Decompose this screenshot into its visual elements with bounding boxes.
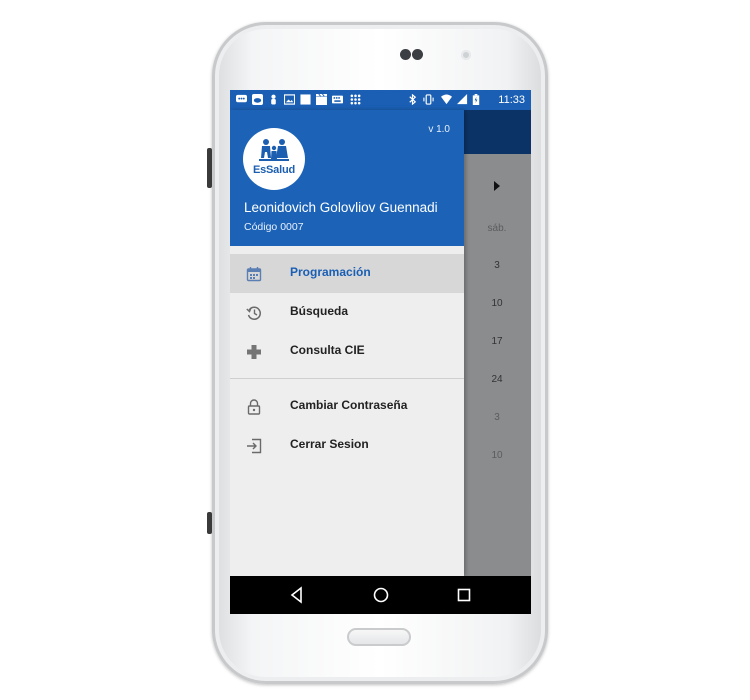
physical-home-button[interactable]	[347, 628, 411, 646]
user-name: Leonidovich Golovliov Guennadi	[244, 200, 438, 215]
keyboard-icon	[332, 95, 343, 104]
menu-item-programacion[interactable]: Programación	[230, 254, 464, 293]
home-icon[interactable]	[371, 585, 391, 605]
square-icon	[300, 94, 311, 105]
status-time: 11:33	[498, 94, 525, 106]
grid-icon	[350, 94, 361, 105]
plus-icon	[247, 345, 261, 359]
screen: 11:33 sáb. 3 10 17 24 3 10 EsSalud v 1.0…	[230, 90, 531, 614]
clapperboard-icon	[316, 94, 327, 105]
back-icon[interactable]	[287, 585, 307, 605]
user-code: Código 0007	[244, 221, 304, 233]
person-icon	[271, 94, 276, 105]
history-icon	[246, 306, 261, 320]
bluetooth-icon	[409, 94, 417, 105]
recents-icon[interactable]	[454, 585, 474, 605]
menu-item-consulta-cie[interactable]: Consulta CIE	[230, 332, 464, 371]
navigation-drawer: EsSalud v 1.0 Leonidovich Golovliov Guen…	[230, 110, 464, 576]
menu-item-cambiar-contrasena[interactable]: Cambiar Contraseña	[230, 387, 464, 426]
cloud-icon	[252, 94, 263, 105]
calendar-date[interactable]: 10	[482, 450, 512, 461]
menu-divider	[230, 378, 464, 379]
system-nav-bar	[230, 576, 531, 614]
power-button	[207, 148, 212, 188]
app-version: v 1.0	[428, 124, 450, 135]
essalud-logo: EsSalud	[243, 128, 305, 190]
menu-item-cerrar-sesion[interactable]: Cerrar Sesion	[230, 426, 464, 465]
calendar-date[interactable]: 10	[482, 298, 512, 309]
calendar-day-header: sáb.	[487, 223, 507, 234]
calendar-date[interactable]: 3	[482, 412, 512, 423]
menu-item-busqueda[interactable]: Búsqueda	[230, 293, 464, 332]
drawer-header: EsSalud v 1.0 Leonidovich Golovliov Guen…	[230, 110, 464, 246]
logo-text: EsSalud	[252, 164, 295, 176]
menu-item-label: Cerrar Sesion	[290, 437, 369, 451]
calendar-date[interactable]: 17	[482, 336, 512, 347]
menu-item-label: Consulta CIE	[290, 343, 365, 357]
next-month-arrow-icon[interactable]	[494, 181, 500, 191]
menu-item-label: Búsqueda	[290, 304, 349, 318]
family-icon	[259, 139, 289, 161]
volume-button	[207, 512, 212, 534]
calendar-date[interactable]: 24	[482, 374, 512, 385]
calendar-icon	[246, 267, 262, 282]
front-camera	[461, 50, 471, 60]
battery-icon	[472, 94, 480, 105]
menu-item-label: Programación	[290, 265, 371, 279]
image-icon	[284, 94, 295, 105]
chat-icon	[236, 94, 247, 103]
logout-icon	[247, 438, 262, 454]
status-bar: 11:33	[230, 90, 531, 110]
calendar-date[interactable]: 3	[482, 260, 512, 271]
wifi-icon	[441, 94, 452, 105]
menu-item-label: Cambiar Contraseña	[290, 398, 408, 412]
earpiece-speaker	[400, 49, 432, 61]
signal-icon	[457, 94, 468, 105]
vibrate-icon	[423, 94, 434, 105]
lock-icon	[247, 399, 261, 415]
